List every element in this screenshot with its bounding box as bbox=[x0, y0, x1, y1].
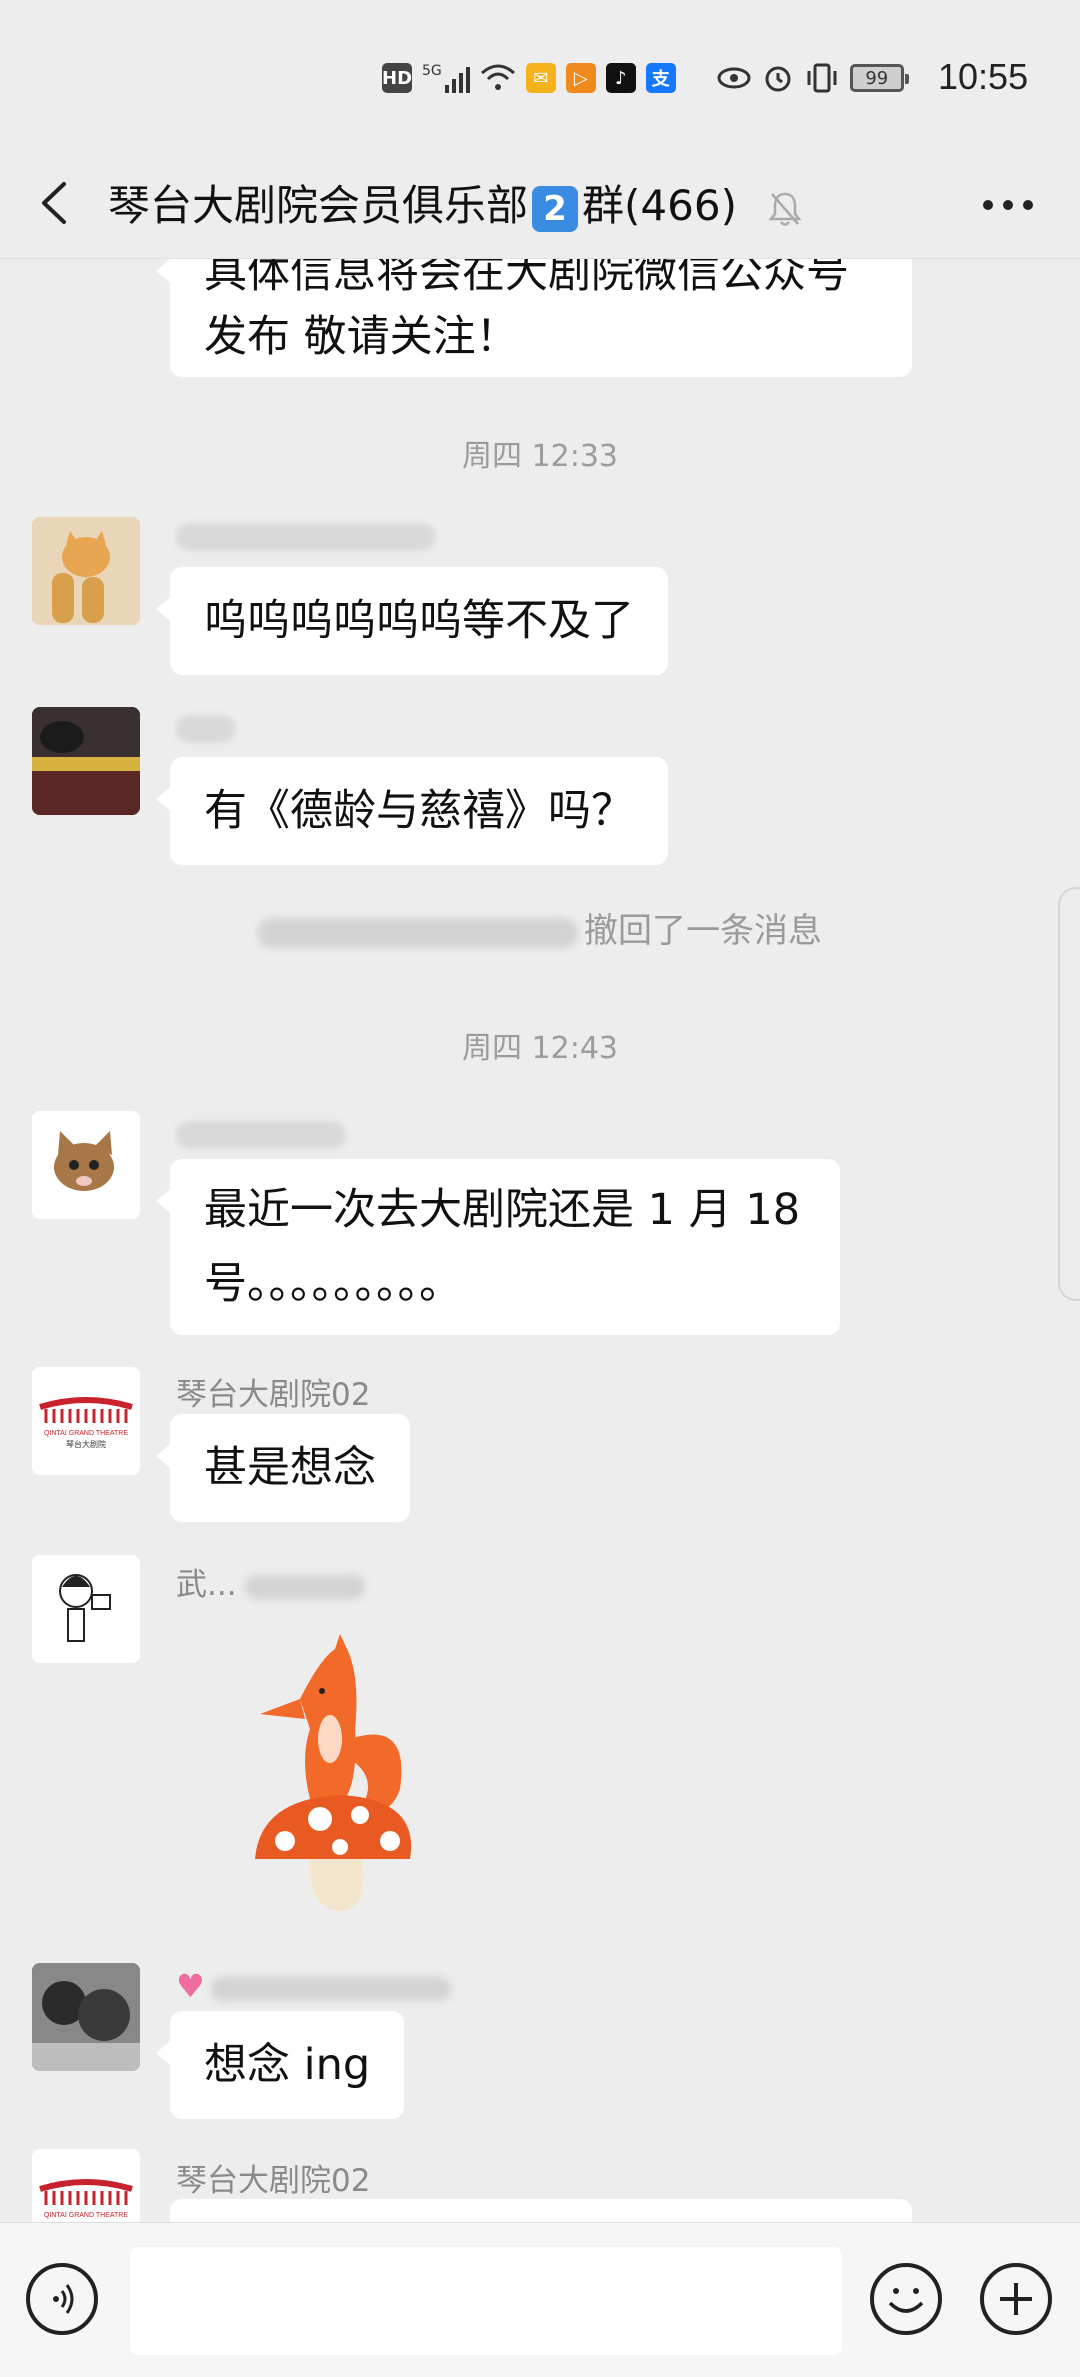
tiktok-icon: ♪ bbox=[605, 63, 636, 93]
message-bubble[interactable]: 想念 ing bbox=[155, 2011, 405, 2119]
cartoon-avatar-image bbox=[32, 1555, 140, 1663]
more-functions-button[interactable] bbox=[980, 2263, 1052, 2335]
battery-icon: 99 bbox=[849, 64, 909, 92]
back-arrow-icon[interactable] bbox=[30, 178, 78, 228]
fox-mushroom-sticker[interactable] bbox=[240, 1619, 430, 1919]
clock: 10:55 bbox=[938, 56, 1029, 97]
svg-text:QINTAI GRAND THEATRE: QINTAI GRAND THEATRE bbox=[44, 1430, 128, 1437]
theatre-logo-icon: QINTAI GRAND THEATRE bbox=[32, 2149, 140, 2222]
group-title: 琴台大剧院会员俱乐部 2 群(466) bbox=[108, 172, 802, 233]
message-bubble[interactable]: 甚是想念 bbox=[156, 1414, 410, 1522]
avatar[interactable] bbox=[32, 707, 140, 815]
emoji-button[interactable] bbox=[870, 2263, 942, 2335]
voice-icon bbox=[53, 2284, 74, 2314]
message-text: 发布 敬请关注！ bbox=[204, 312, 519, 362]
sender-name bbox=[176, 715, 236, 743]
mail-icon: ✉ bbox=[525, 63, 556, 93]
sender-name: 琴台大剧院02 bbox=[176, 1377, 371, 1413]
message-bubble[interactable]: 具体信息将会在大剧院微信公众号 发布 敬请关注！ bbox=[156, 259, 912, 377]
sender-name: ♥ bbox=[176, 1967, 451, 2005]
message-text: 具体信息将会在大剧院微信公众号 bbox=[204, 259, 849, 298]
message-text: 甚是想念 bbox=[204, 1443, 376, 1493]
message-text: 有《德龄与慈禧》吗？ bbox=[204, 786, 634, 836]
avatar[interactable] bbox=[32, 517, 140, 625]
photo-avatar-image bbox=[32, 1963, 140, 2071]
message-bubble[interactable]: 最近一次去大剧院还是 1 月 18 号。。。。。。。。。 bbox=[156, 1159, 840, 1335]
message-text: 呜呜呜呜呜呜等不及了 bbox=[204, 596, 634, 646]
timestamp: 周四 12:43 bbox=[462, 1031, 618, 1066]
theatre-avatar[interactable]: QINTAI GRAND THEATRE bbox=[32, 2149, 140, 2222]
message-bubble[interactable]: 呜呜呜呜呜呜等不及了 bbox=[156, 567, 668, 675]
scroll-indicator[interactable] bbox=[1058, 887, 1080, 1301]
avatar[interactable] bbox=[32, 1963, 140, 2071]
status-icons: HD 5G ✉ ▷ ♪ 支 99 bbox=[382, 58, 909, 98]
more-options-icon[interactable] bbox=[978, 190, 1038, 220]
message-input[interactable] bbox=[130, 2247, 842, 2355]
blurred-name bbox=[258, 917, 578, 948]
mute-bell-icon bbox=[768, 192, 802, 226]
timestamp: 周四 12:33 bbox=[462, 439, 618, 474]
wifi-icon bbox=[480, 64, 515, 90]
chat-area[interactable]: 具体信息将会在大剧院微信公众号 发布 敬请关注！ 周四 12:33 呜呜呜呜呜呜… bbox=[0, 259, 1080, 2222]
heart-icon: ♥ bbox=[176, 1967, 205, 2005]
voice-button[interactable] bbox=[26, 2263, 98, 2335]
sender-name bbox=[176, 523, 436, 551]
input-bar bbox=[0, 2222, 1080, 2377]
alipay-icon: 支 bbox=[645, 63, 676, 93]
sender-name bbox=[176, 1121, 346, 1149]
theatre-logo-icon: QINTAI GRAND THEATRE 琴台大剧院 bbox=[32, 1367, 140, 1475]
theatre-avatar[interactable]: QINTAI GRAND THEATRE 琴台大剧院 bbox=[32, 1367, 140, 1475]
status-bar: HD 5G ✉ ▷ ♪ 支 99 10:55 bbox=[0, 0, 1080, 150]
chat-header: 琴台大剧院会员俱乐部 2 群(466) bbox=[0, 150, 1080, 259]
plus-icon bbox=[1000, 2283, 1032, 2315]
recall-notice: 撤回了一条消息 bbox=[0, 903, 1080, 952]
cat-avatar-image bbox=[32, 517, 140, 625]
sender-name: 琴台大剧院02 bbox=[176, 2163, 371, 2199]
vibrate-icon bbox=[807, 63, 837, 93]
video-icon: ▷ bbox=[565, 63, 596, 93]
photo-avatar-image bbox=[32, 707, 140, 815]
message-text: 最近一次去大剧院还是 1 月 18 bbox=[204, 1185, 801, 1235]
signal-icon: 5G bbox=[422, 63, 470, 93]
message-bubble[interactable] bbox=[170, 2199, 912, 2222]
svg-text:琴台大剧院: 琴台大剧院 bbox=[66, 1439, 106, 1449]
message-text: 号。。。。。。。。。 bbox=[204, 1259, 462, 1309]
hd-icon: HD bbox=[382, 63, 413, 93]
svg-text:QINTAI GRAND THEATRE: QINTAI GRAND THEATRE bbox=[44, 2212, 128, 2219]
sender-name: 武... bbox=[176, 1559, 365, 1604]
message-text: 想念 ing bbox=[204, 2040, 371, 2090]
kitten-avatar-image bbox=[32, 1111, 140, 1219]
avatar[interactable] bbox=[32, 1111, 140, 1219]
eye-icon bbox=[717, 67, 751, 89]
number-badge: 2 bbox=[532, 185, 579, 232]
message-bubble[interactable]: 有《德龄与慈禧》吗？ bbox=[156, 757, 668, 865]
smiley-icon bbox=[888, 2288, 924, 2313]
avatar[interactable] bbox=[32, 1555, 140, 1663]
alarm-icon bbox=[765, 66, 791, 92]
